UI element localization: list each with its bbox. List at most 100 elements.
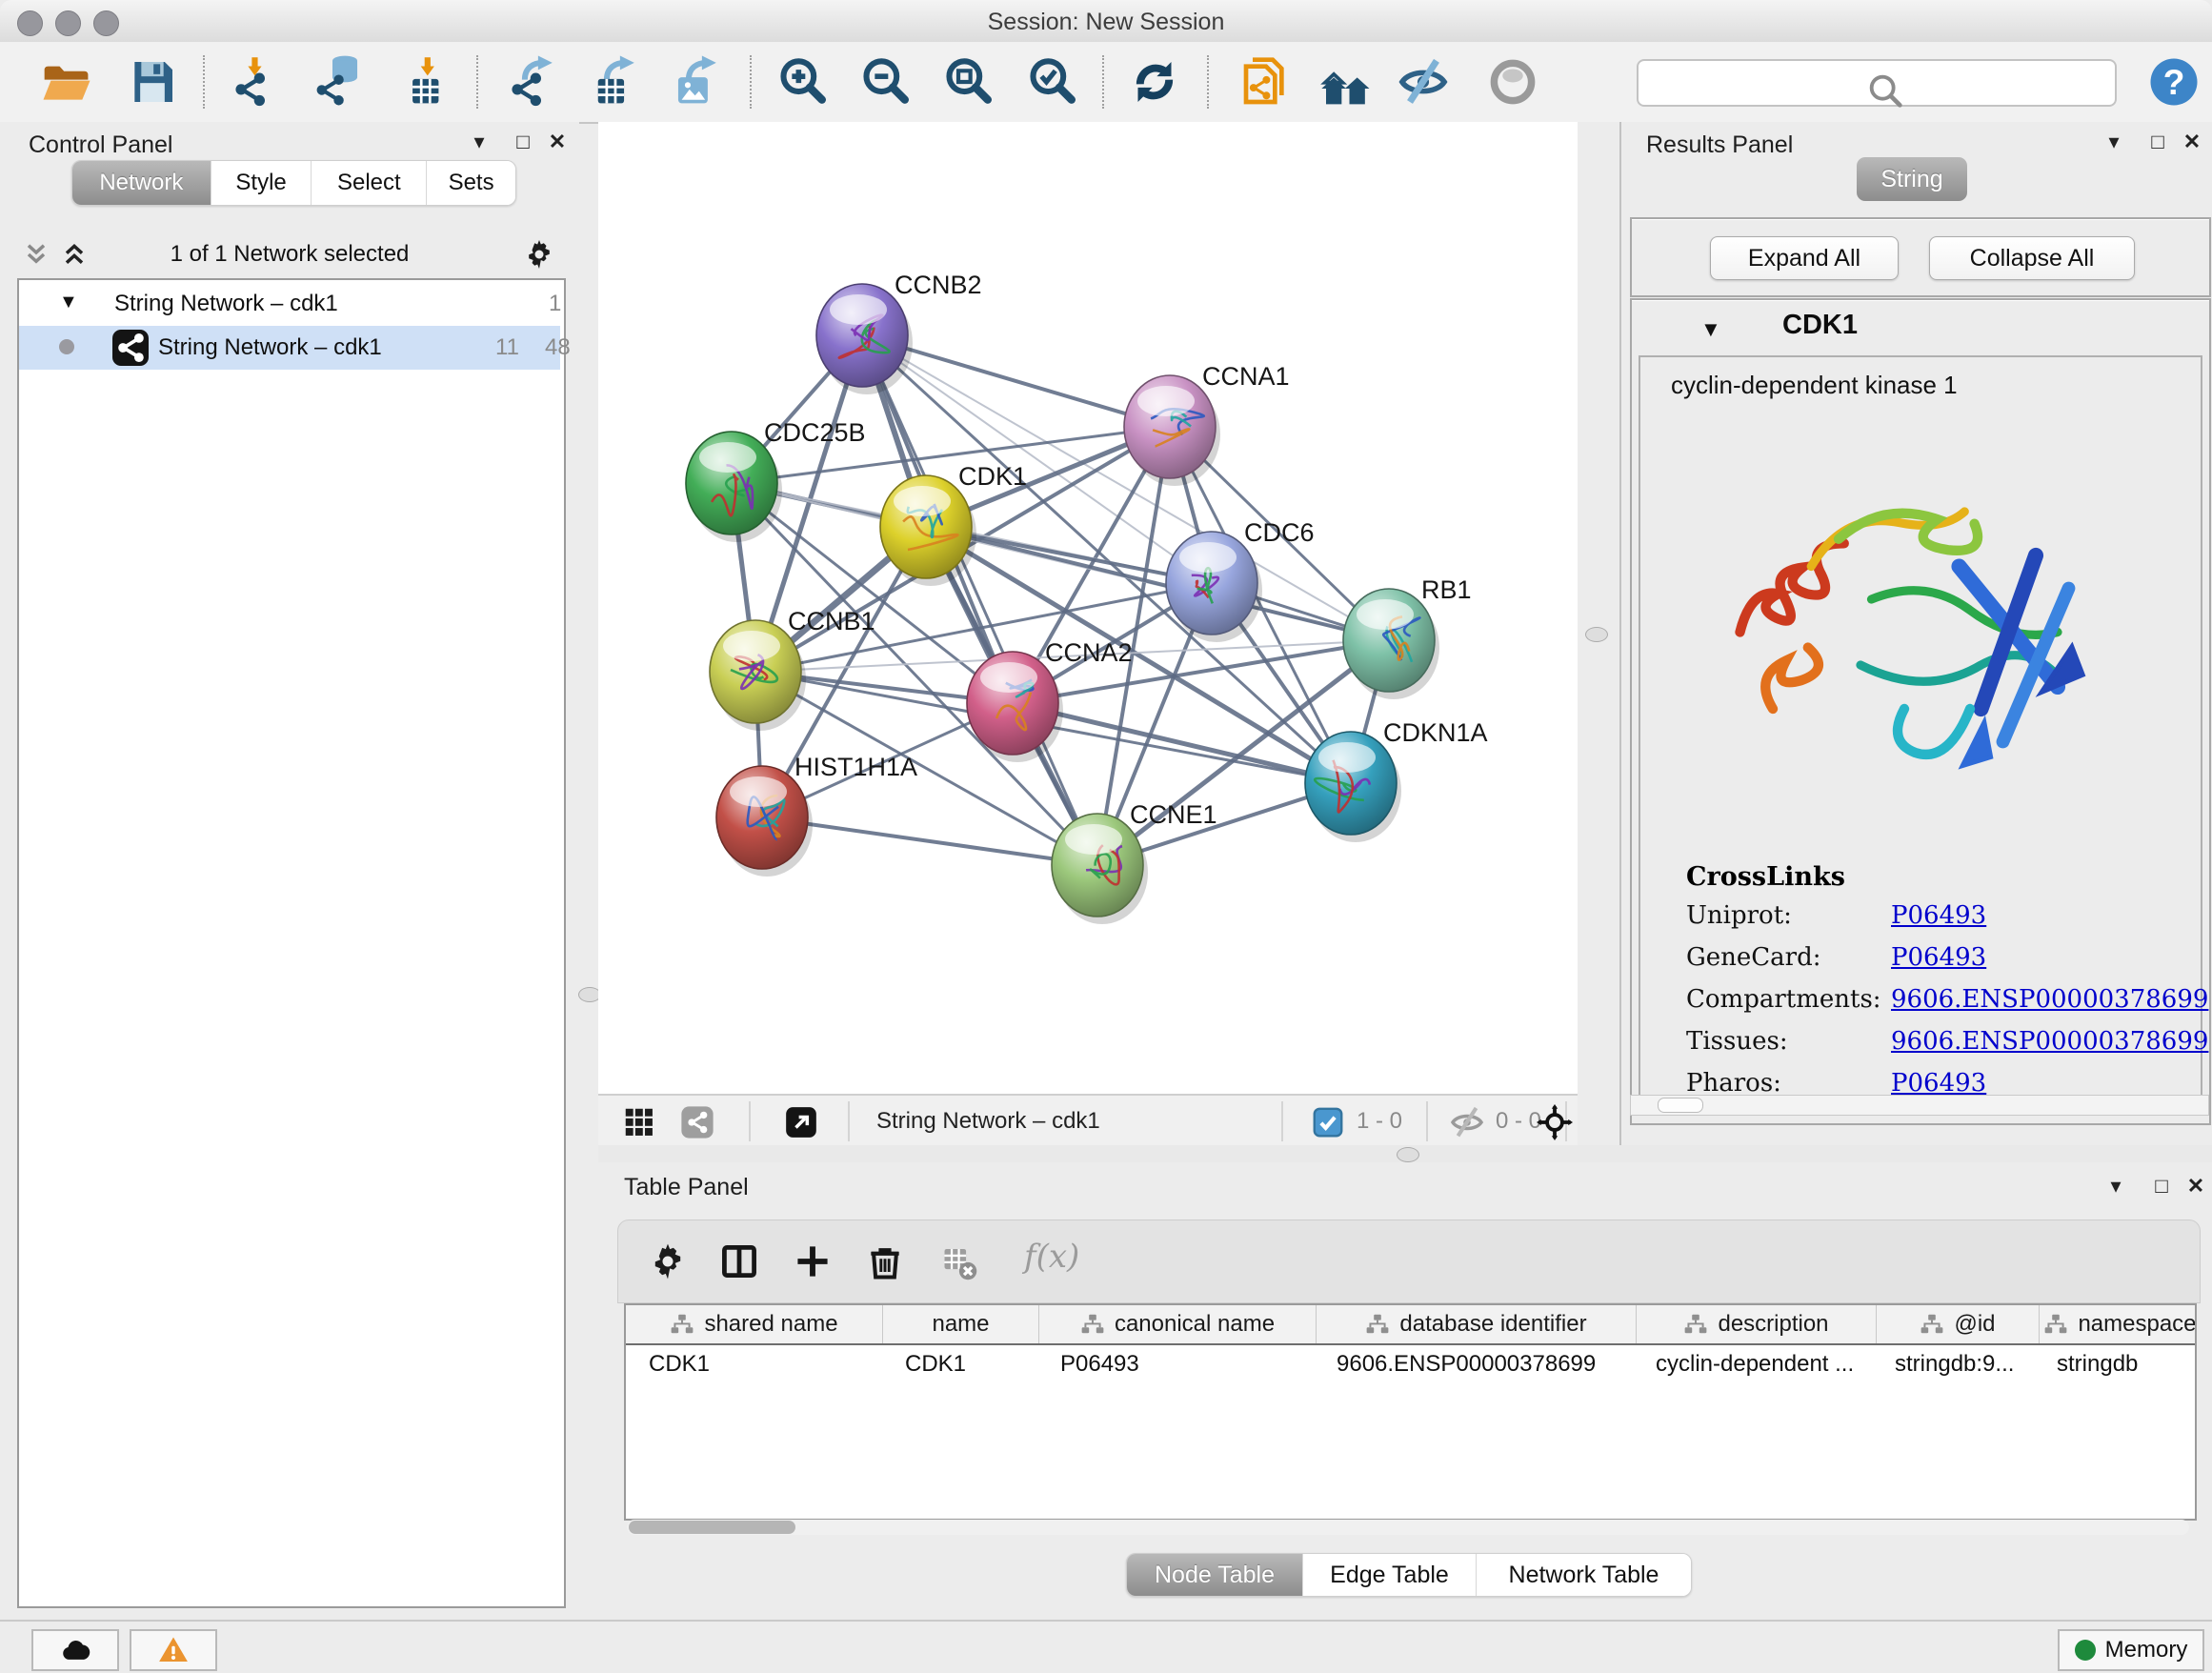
save-session-icon[interactable] — [126, 55, 179, 109]
node-table[interactable]: shared namenamecanonical namedatabase id… — [624, 1303, 2197, 1521]
network-node-CCNE1[interactable]: CCNE1 — [1052, 800, 1217, 924]
add-column-icon[interactable] — [792, 1240, 834, 1282]
network-node-CCNA2[interactable]: CCNA2 — [967, 638, 1133, 762]
column-header-name[interactable]: name — [883, 1305, 1039, 1343]
memory-button[interactable]: Memory — [2058, 1629, 2204, 1671]
help-icon[interactable]: ? — [2147, 55, 2201, 109]
selected-checkbox-icon[interactable] — [1310, 1104, 1346, 1140]
cell[interactable]: cyclin-dependent ... — [1633, 1345, 1872, 1383]
string-view-icon[interactable] — [679, 1104, 715, 1140]
crosslink-link[interactable]: P06493 — [1891, 901, 1986, 930]
control-panel-menu-caret[interactable]: ▾ — [463, 130, 495, 158]
zoom-fit-icon[interactable] — [942, 55, 995, 109]
tab-select[interactable]: Select — [312, 161, 427, 205]
table-header-row: shared namenamecanonical namedatabase id… — [626, 1305, 2195, 1345]
cell[interactable]: stringdb:9... — [1872, 1345, 2034, 1383]
export-table-icon[interactable] — [585, 55, 638, 109]
tab-string[interactable]: String — [1857, 157, 1967, 201]
zoom-in-icon[interactable] — [776, 55, 830, 109]
tab-style[interactable]: Style — [211, 161, 312, 205]
export-network-icon[interactable] — [503, 55, 556, 109]
results-panel-close-button[interactable]: ✕ — [2176, 130, 2208, 158]
cell[interactable]: 9606.ENSP00000378699 — [1314, 1345, 1633, 1383]
show-columns-icon[interactable] — [718, 1240, 760, 1282]
horizontal-splitter[interactable] — [598, 1145, 2212, 1162]
zoom-selected-icon[interactable] — [1026, 55, 1079, 109]
column-header-namespace[interactable]: namespace — [2040, 1305, 2197, 1343]
export-image-icon[interactable] — [667, 55, 720, 109]
crosslink-link[interactable]: 9606.ENSP00000378699 — [1891, 985, 2208, 1014]
network-node-RB1[interactable]: RB1 — [1343, 575, 1472, 699]
network-node-CDKN1A[interactable]: CDKN1A — [1305, 718, 1488, 842]
network-options-gear-icon[interactable] — [522, 237, 556, 272]
results-scrollbar[interactable] — [1630, 1095, 2209, 1116]
right-splitter-handle[interactable] — [1585, 627, 1608, 642]
table-hscrollbar-thumb[interactable] — [629, 1521, 795, 1534]
warnings-button[interactable] — [130, 1629, 217, 1671]
network-node-CCNB1[interactable]: CCNB1 — [710, 607, 875, 731]
search-input[interactable] — [1637, 59, 2117, 107]
column-header-database-identifier[interactable]: database identifier — [1317, 1305, 1637, 1343]
protein-collapse-caret[interactable]: ▼ — [1700, 317, 1721, 342]
open-session-icon[interactable] — [40, 55, 93, 109]
cloud-button[interactable] — [31, 1629, 119, 1671]
tab-sets[interactable]: Sets — [427, 161, 515, 205]
column-header-@id[interactable]: @id — [1877, 1305, 2040, 1343]
expand-all-button[interactable]: Expand All — [1710, 236, 1899, 280]
tab-edge-table[interactable]: Edge Table — [1303, 1554, 1477, 1596]
network-node-HIST1H1A[interactable]: HIST1H1A — [716, 753, 917, 877]
network-node-CDC6[interactable]: CDC6 — [1166, 518, 1315, 642]
network-edge[interactable] — [1013, 703, 1351, 783]
results-panel-menu-caret[interactable]: ▾ — [2098, 130, 2130, 158]
table-options-gear-icon[interactable] — [647, 1240, 689, 1282]
refresh-layout-icon[interactable] — [1128, 55, 1181, 109]
import-network-file-icon[interactable] — [227, 55, 280, 109]
crosslink-link[interactable]: P06493 — [1891, 1069, 1986, 1098]
table-row[interactable]: CDK1CDK1P064939606.ENSP00000378699cyclin… — [626, 1345, 2195, 1383]
network-canvas[interactable]: CCNB2 CCNA1 CDC25B CDK1 CDC6 RB1 CCNB1 — [598, 122, 1578, 1094]
network-edge[interactable] — [862, 335, 1097, 865]
table-panel-menu-caret[interactable]: ▾ — [2100, 1174, 2132, 1202]
grid-view-icon[interactable] — [621, 1104, 657, 1140]
network-node-CCNA1[interactable]: CCNA1 — [1124, 362, 1290, 486]
crosslink-link[interactable]: 9606.ENSP00000378699 — [1891, 1027, 2208, 1056]
houses-icon[interactable] — [1319, 55, 1373, 109]
crosslink-link[interactable]: P06493 — [1891, 943, 1986, 972]
results-panel-float-button[interactable]: □ — [2142, 130, 2174, 158]
cell[interactable]: P06493 — [1037, 1345, 1314, 1383]
results-scrollbar-thumb[interactable] — [1658, 1098, 1703, 1113]
toolbar-separator — [203, 55, 205, 109]
column-header-canonical-name[interactable]: canonical name — [1039, 1305, 1317, 1343]
import-network-database-icon[interactable] — [311, 55, 364, 109]
import-table-icon[interactable] — [397, 55, 451, 109]
tab-network[interactable]: Network — [72, 161, 211, 205]
import-string-file-icon[interactable] — [1239, 55, 1293, 109]
network-node-CDC25B[interactable]: CDC25B — [686, 418, 866, 542]
control-panel-close-button[interactable]: ✕ — [541, 130, 573, 158]
fit-selected-crosshair-icon[interactable] — [1537, 1104, 1573, 1140]
tab-node-table[interactable]: Node Table — [1127, 1554, 1303, 1596]
cell[interactable]: CDK1 — [626, 1345, 882, 1383]
crosslink-row: Compartments:9606.ENSP00000378699 — [1686, 985, 2208, 1014]
column-header-shared-name[interactable]: shared name — [626, 1305, 883, 1343]
table-panel-float-button[interactable]: □ — [2145, 1174, 2178, 1202]
table-panel-close-button[interactable]: ✕ — [2180, 1174, 2212, 1202]
protein-section-header[interactable]: ▼ CDK1 — [1632, 300, 2209, 355]
hide-unselected-eye-icon[interactable] — [1397, 55, 1450, 109]
birds-eye-view-icon[interactable] — [783, 1104, 819, 1140]
cell[interactable]: CDK1 — [882, 1345, 1037, 1383]
network-row-selected[interactable]: String Network – cdk1 11 48 — [19, 326, 560, 370]
horizontal-splitter-handle[interactable] — [1397, 1147, 1419, 1162]
collection-expand-caret[interactable]: ▼ — [59, 292, 78, 313]
control-panel-float-button[interactable]: □ — [507, 130, 539, 158]
delete-column-icon[interactable] — [864, 1240, 906, 1282]
hidden-eye-icon[interactable] — [1449, 1104, 1485, 1140]
tab-network-table[interactable]: Network Table — [1477, 1554, 1691, 1596]
collapse-all-button[interactable]: Collapse All — [1929, 236, 2135, 280]
cell[interactable]: stringdb — [2034, 1345, 2195, 1383]
zoom-out-icon[interactable] — [859, 55, 913, 109]
table-hscrollbar[interactable] — [627, 1520, 2189, 1535]
network-collection-row[interactable]: ▼ String Network – cdk1 1 — [19, 282, 560, 326]
column-header-description[interactable]: description — [1637, 1305, 1877, 1343]
network-node-CCNB2[interactable]: CCNB2 — [816, 271, 982, 394]
